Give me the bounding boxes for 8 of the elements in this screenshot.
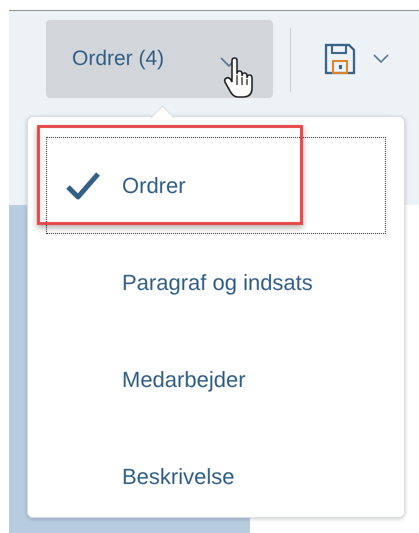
hand-cursor-icon	[223, 57, 255, 99]
view-button[interactable]: Ordrer (4)	[46, 20, 273, 98]
menu-item[interactable]: Beskrivelse	[46, 428, 386, 525]
menu-item[interactable]: Ordrer	[46, 137, 386, 234]
menu-item[interactable]: Medarbejder	[46, 331, 386, 428]
save-icon	[323, 42, 357, 76]
checkmark-icon	[65, 170, 101, 200]
menu-item[interactable]: Paragraf og indsats	[46, 234, 386, 331]
